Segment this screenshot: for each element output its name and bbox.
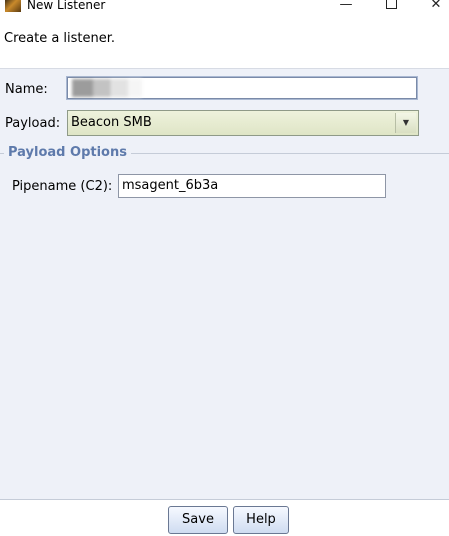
pipename-label: Pipename (C2):: [12, 179, 113, 194]
payload-options-title: Payload Options: [4, 145, 131, 160]
payload-label: Payload:: [5, 116, 61, 131]
chevron-down-icon[interactable]: ▼: [395, 113, 416, 133]
name-input[interactable]: [66, 76, 418, 100]
description-text: Create a listener.: [4, 31, 116, 46]
maximize-icon: [385, 0, 397, 9]
maximize-button[interactable]: [381, 0, 401, 13]
redacted-name: [72, 79, 142, 97]
save-button[interactable]: Save: [168, 506, 228, 534]
form-panel: Name: Payload: Beacon SMB ▼ Payload Opti…: [0, 68, 449, 500]
name-label: Name:: [5, 82, 48, 97]
close-button[interactable]: ✕: [426, 0, 446, 13]
title-bar: New Listener — ✕: [0, 0, 449, 14]
help-button[interactable]: Help: [233, 506, 289, 534]
description-area: Create a listener.: [0, 24, 449, 68]
payload-select[interactable]: Beacon SMB ▼: [67, 110, 419, 136]
app-icon: [5, 0, 21, 12]
pipename-input[interactable]: msagent_6b3a: [118, 174, 386, 198]
payload-select-value: Beacon SMB: [71, 115, 152, 130]
payload-options-group: Payload Options Pipename (C2): msagent_6…: [0, 145, 449, 500]
minimize-button[interactable]: —: [336, 0, 356, 13]
window-title: New Listener: [27, 0, 106, 12]
pipename-value: msagent_6b3a: [122, 178, 219, 193]
